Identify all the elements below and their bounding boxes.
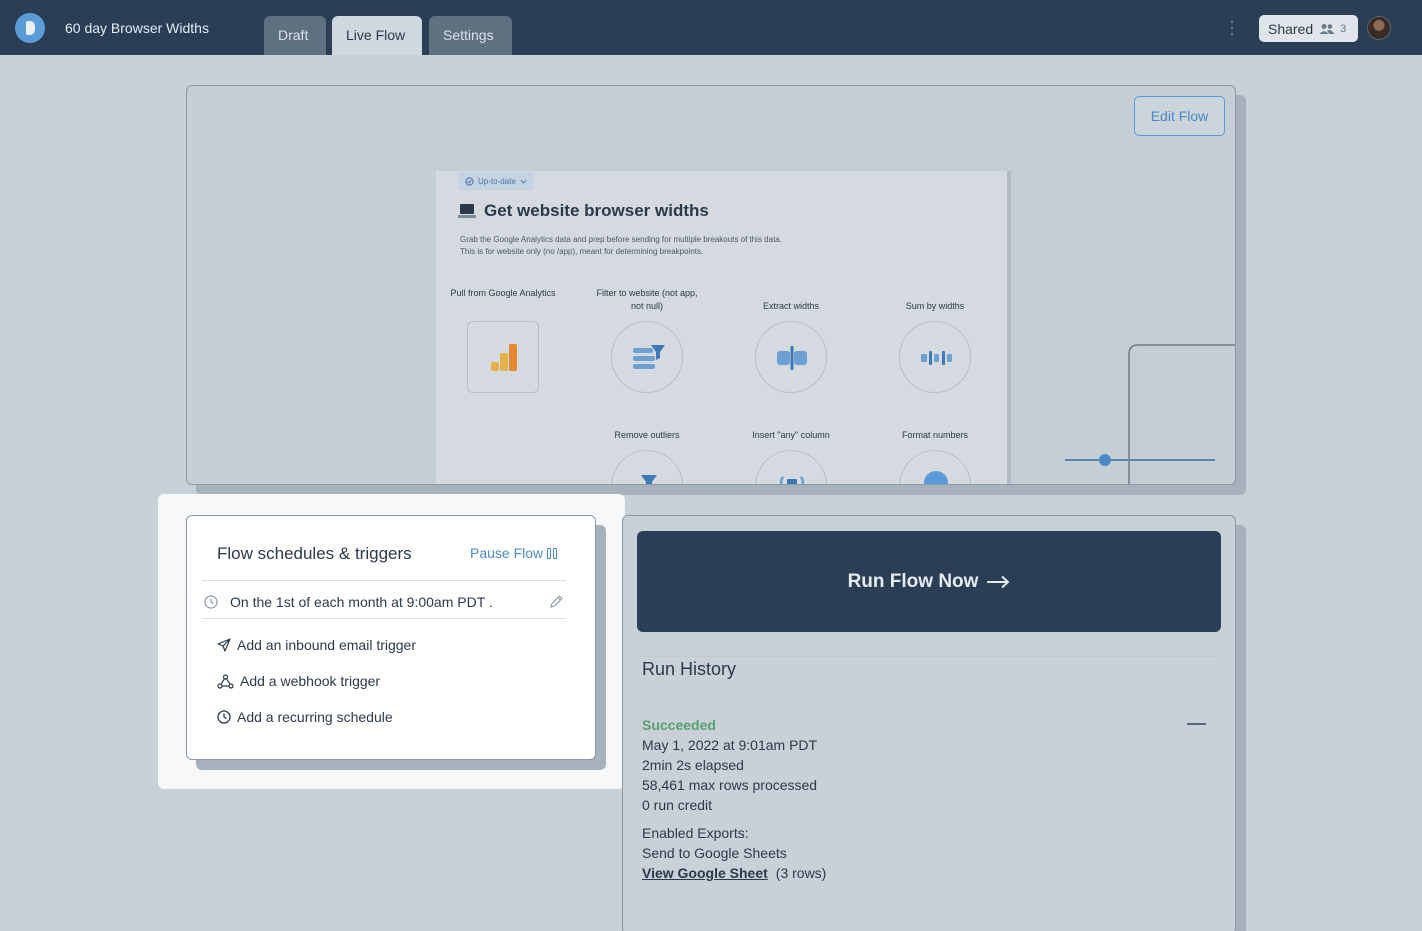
add-webhook-trigger[interactable]: Add a webhook trigger <box>217 673 380 689</box>
pause-flow-label: Pause Flow <box>470 545 544 561</box>
send-icon <box>217 638 231 652</box>
edit-pencil-icon[interactable] <box>549 594 564 609</box>
flow-heading: Get website browser widths <box>458 201 709 221</box>
step-label-pull: Pull from Google Analytics <box>450 288 556 298</box>
flow-description: Grab the Google Analytics data and prep … <box>460 235 782 256</box>
divider <box>202 580 566 581</box>
zoom-slider-track[interactable] <box>1065 459 1215 461</box>
flow-heading-text: Get website browser widths <box>484 201 709 220</box>
app-logo-icon[interactable] <box>15 13 45 43</box>
triggers-title: Flow schedules & triggers <box>217 544 412 563</box>
step-label-insert-column: Insert "any" column <box>752 430 830 440</box>
clock-icon <box>217 710 231 724</box>
divider <box>202 618 566 619</box>
chevron-down-icon <box>520 179 527 184</box>
add-recurring-schedule-label: Add a recurring schedule <box>237 709 393 725</box>
run-status: Succeeded <box>642 717 716 733</box>
add-recurring-schedule[interactable]: Add a recurring schedule <box>217 709 393 725</box>
exports-label: Enabled Exports: <box>642 825 749 841</box>
webhook-icon <box>217 673 234 689</box>
add-email-trigger[interactable]: Add an inbound email trigger <box>217 637 416 653</box>
step-label-filter: Filter to website (not app, not null) <box>596 288 698 311</box>
shared-button[interactable]: Shared 3 <box>1259 15 1358 42</box>
schedule-text: On the 1st of each month at 9:00am PDT . <box>230 594 493 610</box>
tab-settings[interactable]: Settings <box>429 16 512 55</box>
flow-preview-panel: Edit Flow Up-to-date Get website browser… <box>186 85 1236 485</box>
run-rows: 58,461 max rows processed <box>642 777 818 793</box>
step-node-insert-column[interactable] <box>755 450 827 484</box>
step-label-sum: Sum by widths <box>905 301 965 311</box>
status-pill[interactable]: Up-to-date <box>458 172 534 190</box>
extract-icon <box>777 346 807 370</box>
check-circle-icon <box>465 176 474 186</box>
sheet-rows-count: (3 rows) <box>775 865 827 881</box>
export-destination: Send to Google Sheets <box>642 845 787 861</box>
run-history-title: Run History <box>642 659 737 679</box>
filter-rows-icon <box>633 345 665 369</box>
step-node-extract[interactable] <box>755 321 827 393</box>
triggers-card: Flow schedules & triggers Pause Flow On … <box>186 515 596 760</box>
clock-icon <box>204 595 218 609</box>
step-node-sum[interactable] <box>899 321 971 393</box>
step-node-filter[interactable] <box>611 321 683 393</box>
collapse-icon[interactable] <box>1187 723 1206 725</box>
sum-icon <box>921 351 952 365</box>
zoom-slider-handle[interactable] <box>1099 454 1111 466</box>
pause-flow-button[interactable]: Pause Flow <box>470 545 558 561</box>
add-webhook-trigger-label: Add a webhook trigger <box>240 673 381 689</box>
step-node-format-numbers[interactable] <box>899 450 971 484</box>
step-node-remove-outliers[interactable] <box>611 450 683 484</box>
step-label-extract: Extract widths <box>762 301 820 311</box>
step-node-google-analytics[interactable] <box>467 321 539 393</box>
step-label-format-numbers: Format numbers <box>901 430 969 440</box>
run-history-entry: Succeeded May 1, 2022 at 9:01am PDT 2min… <box>642 715 817 815</box>
shared-count: 3 <box>1340 22 1347 35</box>
more-options-icon[interactable] <box>1226 18 1238 38</box>
shared-label: Shared <box>1268 20 1314 37</box>
view-google-sheet-link[interactable]: View Google Sheet <box>642 865 768 881</box>
format-icon <box>924 471 948 484</box>
schedule-row[interactable]: On the 1st of each month at 9:00am PDT . <box>204 592 566 612</box>
step-label-remove-outliers: Remove outliers <box>614 430 680 440</box>
filter-icon <box>641 475 657 484</box>
variable-icon <box>779 476 805 484</box>
run-date: May 1, 2022 at 9:01am PDT <box>642 737 818 753</box>
flow-title[interactable]: 60 day Browser Widths <box>65 20 209 36</box>
arrow-right-icon <box>987 575 1010 588</box>
run-elapsed: 2min 2s elapsed <box>642 757 744 773</box>
enabled-exports: Enabled Exports: Send to Google Sheets V… <box>642 823 826 883</box>
user-avatar[interactable] <box>1367 16 1391 40</box>
divider <box>637 656 1221 657</box>
tab-draft[interactable]: Draft <box>264 16 326 55</box>
tab-live-flow[interactable]: Live Flow <box>332 16 422 55</box>
google-analytics-icon <box>491 344 517 371</box>
run-credit: 0 run credit <box>642 797 713 813</box>
run-flow-now-button[interactable]: Run Flow Now <box>637 531 1221 632</box>
pause-icon <box>547 547 558 559</box>
top-bar: 60 day Browser Widths Draft Live Flow Se… <box>0 0 1422 55</box>
status-pill-label: Up-to-date <box>478 176 516 186</box>
users-icon <box>1319 23 1335 34</box>
run-panel: Run Flow Now Run History Succeeded May 1… <box>622 515 1236 931</box>
add-email-trigger-label: Add an inbound email trigger <box>237 637 417 653</box>
run-flow-now-label: Run Flow Now <box>847 570 979 592</box>
laptop-icon <box>458 203 476 219</box>
